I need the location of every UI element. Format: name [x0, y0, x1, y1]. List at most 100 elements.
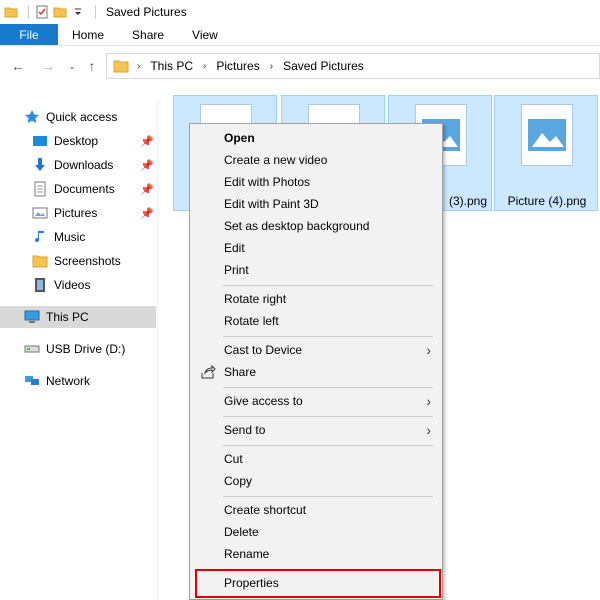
menu-item-label: Share [224, 365, 257, 379]
file-tile[interactable]: Picture (4).png [494, 95, 598, 211]
title-bar: Saved Pictures [0, 0, 600, 24]
menu-item-create-shortcut[interactable]: Create shortcut [191, 499, 441, 521]
breadcrumb-saved-pictures[interactable]: Saved Pictures [283, 59, 364, 73]
sidebar-item-label: Quick access [46, 110, 118, 124]
menu-separator [223, 285, 433, 286]
navigation-pane: Quick access Desktop 📌 Downloads 📌 Docum… [0, 100, 158, 600]
menu-item-cast-to-device[interactable]: Cast to Device › [191, 339, 441, 361]
sidebar-item-label: Screenshots [54, 254, 121, 268]
sidebar-item-label: Downloads [54, 158, 114, 172]
menu-item-delete[interactable]: Delete [191, 521, 441, 543]
sidebar-item-network[interactable]: Network [0, 370, 156, 392]
menu-item-cut[interactable]: Cut [191, 448, 441, 470]
music-icon [32, 229, 48, 245]
properties-highlight-box [195, 569, 441, 598]
navigation-row: ← → ⌄ ↑ › This PC › Pictures › Saved Pic… [0, 50, 600, 82]
chevron-right-icon[interactable]: › [137, 61, 140, 72]
pin-icon[interactable]: 📌 [140, 183, 154, 196]
share-icon [201, 364, 216, 379]
sidebar-item-this-pc[interactable]: This PC [0, 306, 156, 328]
menu-item-share[interactable]: Share [191, 361, 441, 383]
context-menu: Open Create a new video Edit with Photos… [189, 123, 443, 600]
forward-arrow-icon[interactable]: → [38, 56, 58, 76]
recent-locations-chevron-icon[interactable]: ⌄ [62, 56, 82, 76]
menu-item-create-video[interactable]: Create a new video [191, 149, 441, 171]
menu-separator [223, 445, 433, 446]
chevron-right-icon: › [426, 342, 431, 358]
download-icon [32, 157, 48, 173]
breadcrumb-this-pc[interactable]: This PC [150, 59, 193, 73]
menu-item-copy[interactable]: Copy [191, 470, 441, 492]
folder-icon [4, 7, 18, 18]
menu-item-label: Give access to [224, 394, 303, 408]
sidebar-item-desktop[interactable]: Desktop 📌 [0, 130, 156, 152]
menu-item-rotate-right[interactable]: Rotate right [191, 288, 441, 310]
document-icon [32, 181, 48, 197]
menu-item-edit-photos[interactable]: Edit with Photos [191, 171, 441, 193]
breadcrumb-pictures[interactable]: Pictures [216, 59, 259, 73]
window-title: Saved Pictures [106, 5, 187, 19]
address-bar[interactable]: › This PC › Pictures › Saved Pictures [106, 53, 600, 79]
menu-item-rename[interactable]: Rename [191, 543, 441, 565]
sidebar-item-pictures[interactable]: Pictures 📌 [0, 202, 156, 224]
sidebar-item-label: Videos [54, 278, 91, 292]
desktop-icon [32, 133, 48, 149]
menu-item-label: Cast to Device [224, 343, 303, 357]
sidebar-item-music[interactable]: Music [0, 226, 156, 248]
menu-item-open[interactable]: Open [191, 127, 441, 149]
tab-home[interactable]: Home [58, 24, 118, 45]
usb-drive-icon [24, 341, 40, 357]
computer-icon [24, 309, 40, 325]
sidebar-item-usb-drive[interactable]: USB Drive (D:) [0, 338, 156, 360]
sidebar-item-downloads[interactable]: Downloads 📌 [0, 154, 156, 176]
sidebar-item-label: Music [54, 230, 86, 244]
sidebar-item-label: Documents [54, 182, 115, 196]
customize-quick-access-icon[interactable] [71, 5, 85, 19]
pin-icon[interactable]: 📌 [140, 159, 154, 172]
file-name: Picture (4).png [507, 194, 587, 208]
up-arrow-icon[interactable]: ↑ [82, 56, 102, 76]
image-file-icon [521, 104, 573, 166]
new-folder-icon[interactable] [53, 5, 67, 19]
menu-item-edit-paint3d[interactable]: Edit with Paint 3D [191, 193, 441, 215]
star-icon [24, 109, 40, 125]
sidebar-item-documents[interactable]: Documents 📌 [0, 178, 156, 200]
sidebar-item-label: Network [46, 374, 91, 388]
sidebar-item-label: Desktop [54, 134, 99, 148]
sidebar-item-label: This PC [46, 310, 89, 324]
ribbon-tabs: File Home Share View [0, 24, 600, 46]
tab-share[interactable]: Share [118, 24, 178, 45]
menu-separator [223, 496, 433, 497]
network-icon [24, 373, 40, 389]
menu-item-rotate-left[interactable]: Rotate left [191, 310, 441, 332]
menu-item-print[interactable]: Print [191, 259, 441, 281]
tab-view[interactable]: View [178, 24, 232, 45]
pin-icon[interactable]: 📌 [140, 207, 154, 220]
menu-item-give-access[interactable]: Give access to › [191, 390, 441, 412]
menu-item-send-to[interactable]: Send to › [191, 419, 441, 441]
menu-separator [223, 387, 433, 388]
chevron-right-icon[interactable]: › [203, 61, 206, 72]
sidebar-item-screenshots[interactable]: Screenshots [0, 250, 156, 272]
pin-icon[interactable]: 📌 [140, 135, 154, 148]
menu-item-edit[interactable]: Edit [191, 237, 441, 259]
tab-file[interactable]: File [0, 24, 58, 45]
divider [95, 5, 96, 19]
chevron-right-icon: › [426, 422, 431, 438]
folder-icon [113, 60, 129, 73]
chevron-right-icon[interactable]: › [270, 61, 273, 72]
folder-icon [32, 253, 48, 269]
menu-item-label: Send to [224, 423, 266, 437]
menu-item-set-background[interactable]: Set as desktop background [191, 215, 441, 237]
chevron-right-icon: › [426, 393, 431, 409]
sidebar-item-videos[interactable]: Videos [0, 274, 156, 296]
videos-icon [32, 277, 48, 293]
menu-separator [223, 336, 433, 337]
pictures-icon [32, 205, 48, 221]
back-arrow-icon[interactable]: ← [8, 56, 28, 76]
sidebar-item-label: Pictures [54, 206, 98, 220]
properties-check-icon[interactable] [35, 5, 49, 19]
sidebar-item-label: USB Drive (D:) [46, 342, 126, 356]
menu-separator [223, 416, 433, 417]
sidebar-item-quick-access[interactable]: Quick access [0, 106, 156, 128]
